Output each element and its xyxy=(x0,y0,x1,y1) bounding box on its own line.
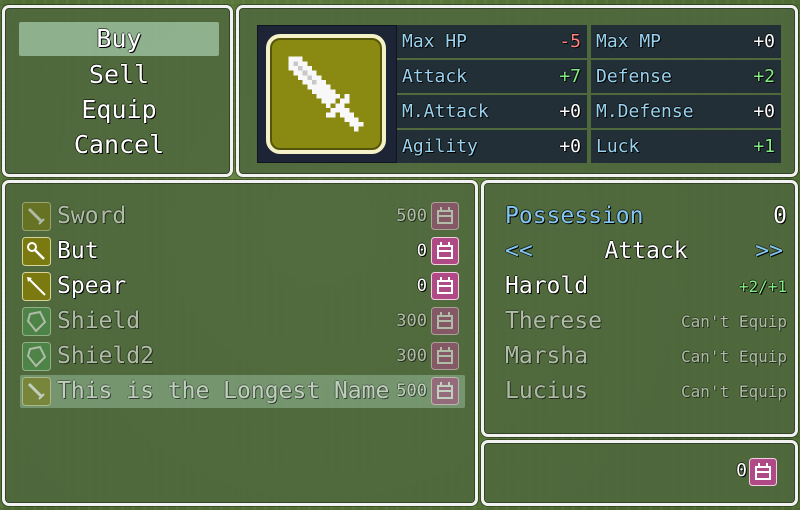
stat-label: Defense xyxy=(596,66,672,87)
compare-param-label: Attack xyxy=(604,238,688,264)
actor-name: Harold xyxy=(505,273,589,299)
command-window: Buy Sell Equip Cancel xyxy=(2,5,233,177)
stat-m-attack: M.Attack +0 xyxy=(397,95,587,128)
actor-name: Lucius xyxy=(505,378,589,404)
item-price: 0 xyxy=(416,241,427,261)
next-page-arrow[interactable]: >> xyxy=(755,235,783,268)
actor-compare-result: Can't Equip xyxy=(681,312,787,331)
item-name: Sword xyxy=(57,203,127,229)
item-price: 500 xyxy=(396,381,427,401)
item-name: Shield2 xyxy=(57,343,154,369)
item-price: 300 xyxy=(396,311,427,331)
stat-value: +7 xyxy=(559,66,581,87)
actor-compare-result: Can't Equip xyxy=(681,347,787,366)
stat-value: -5 xyxy=(559,31,581,52)
actor-row: Therese Can't Equip xyxy=(505,305,787,338)
stat-value: +0 xyxy=(559,136,581,157)
stat-label: Max MP xyxy=(596,31,662,52)
actor-row: Lucius Can't Equip xyxy=(505,375,787,408)
stat-attack: Attack +7 xyxy=(397,60,587,93)
item-row[interactable]: Sword 500 xyxy=(20,200,465,233)
stat-label: M.Attack xyxy=(402,101,489,122)
item-row[interactable]: Shield2 300 xyxy=(20,340,465,373)
item-price: 300 xyxy=(396,346,427,366)
equip-command[interactable]: Equip xyxy=(19,93,219,127)
item-row[interactable]: Spear 0 xyxy=(20,270,465,303)
coin-purse-icon xyxy=(749,458,777,490)
actor-row: Marsha Can't Equip xyxy=(505,340,787,373)
sword-icon xyxy=(22,377,51,416)
item-name: But xyxy=(57,238,99,264)
item-price: 500 xyxy=(396,206,427,226)
stat-label: Max HP xyxy=(402,31,468,52)
item-name: This is the Longest Name xyxy=(57,378,390,404)
item-status-window: Max HP -5 Max MP +0 Attack +7 Defense +2… xyxy=(236,5,798,177)
stat-defense: Defense +2 xyxy=(591,60,781,93)
shop-item-list: Sword 500 But 0 Spear 0 Shield 300 Shiel… xyxy=(2,180,478,506)
stat-label: Luck xyxy=(596,136,640,157)
actor-compare-result: Can't Equip xyxy=(681,382,787,401)
item-name: Shield xyxy=(57,308,141,334)
possession-compare-window: Possession 0 << Attack >> Harold +2/+1 T… xyxy=(481,180,798,437)
stat-m-defense: M.Defense +0 xyxy=(591,95,781,128)
stat-value: +0 xyxy=(559,101,581,122)
stat-value: +0 xyxy=(753,101,775,122)
sell-command[interactable]: Sell xyxy=(19,58,219,92)
item-row[interactable]: But 0 xyxy=(20,235,465,268)
possession-value: 0 xyxy=(773,203,787,229)
stat-max-mp: Max MP +0 xyxy=(591,25,781,58)
stat-value: +2 xyxy=(753,66,775,87)
stat-agility: Agility +0 xyxy=(397,130,587,163)
stat-label: Agility xyxy=(402,136,478,157)
item-name: Spear xyxy=(57,273,127,299)
possession-row: Possession 0 xyxy=(505,200,787,233)
sword-icon xyxy=(266,34,386,154)
buy-command[interactable]: Buy xyxy=(19,22,219,56)
compare-page-row: << Attack >> xyxy=(505,235,787,268)
item-price: 0 xyxy=(416,276,427,296)
stat-value: +0 xyxy=(753,31,775,52)
actor-row: Harold +2/+1 xyxy=(505,270,787,303)
stat-label: Attack xyxy=(402,66,468,87)
item-preview-panel xyxy=(257,25,397,163)
stat-max-hp: Max HP -5 xyxy=(397,25,587,58)
stat-luck: Luck +1 xyxy=(591,130,781,163)
actor-name: Therese xyxy=(505,308,602,334)
gold-amount: 0 xyxy=(736,460,747,481)
item-row[interactable]: Shield 300 xyxy=(20,305,465,338)
actor-name: Marsha xyxy=(505,343,589,369)
coin-purse-icon xyxy=(431,377,459,415)
actor-compare-result: +2/+1 xyxy=(738,277,787,296)
item-row[interactable]: This is the Longest Name 500 xyxy=(20,375,465,408)
stat-label: M.Defense xyxy=(596,101,694,122)
possession-label: Possession xyxy=(505,203,644,229)
stat-value: +1 xyxy=(753,136,775,157)
cancel-command[interactable]: Cancel xyxy=(19,128,219,162)
gold-window: 0 xyxy=(481,440,798,506)
